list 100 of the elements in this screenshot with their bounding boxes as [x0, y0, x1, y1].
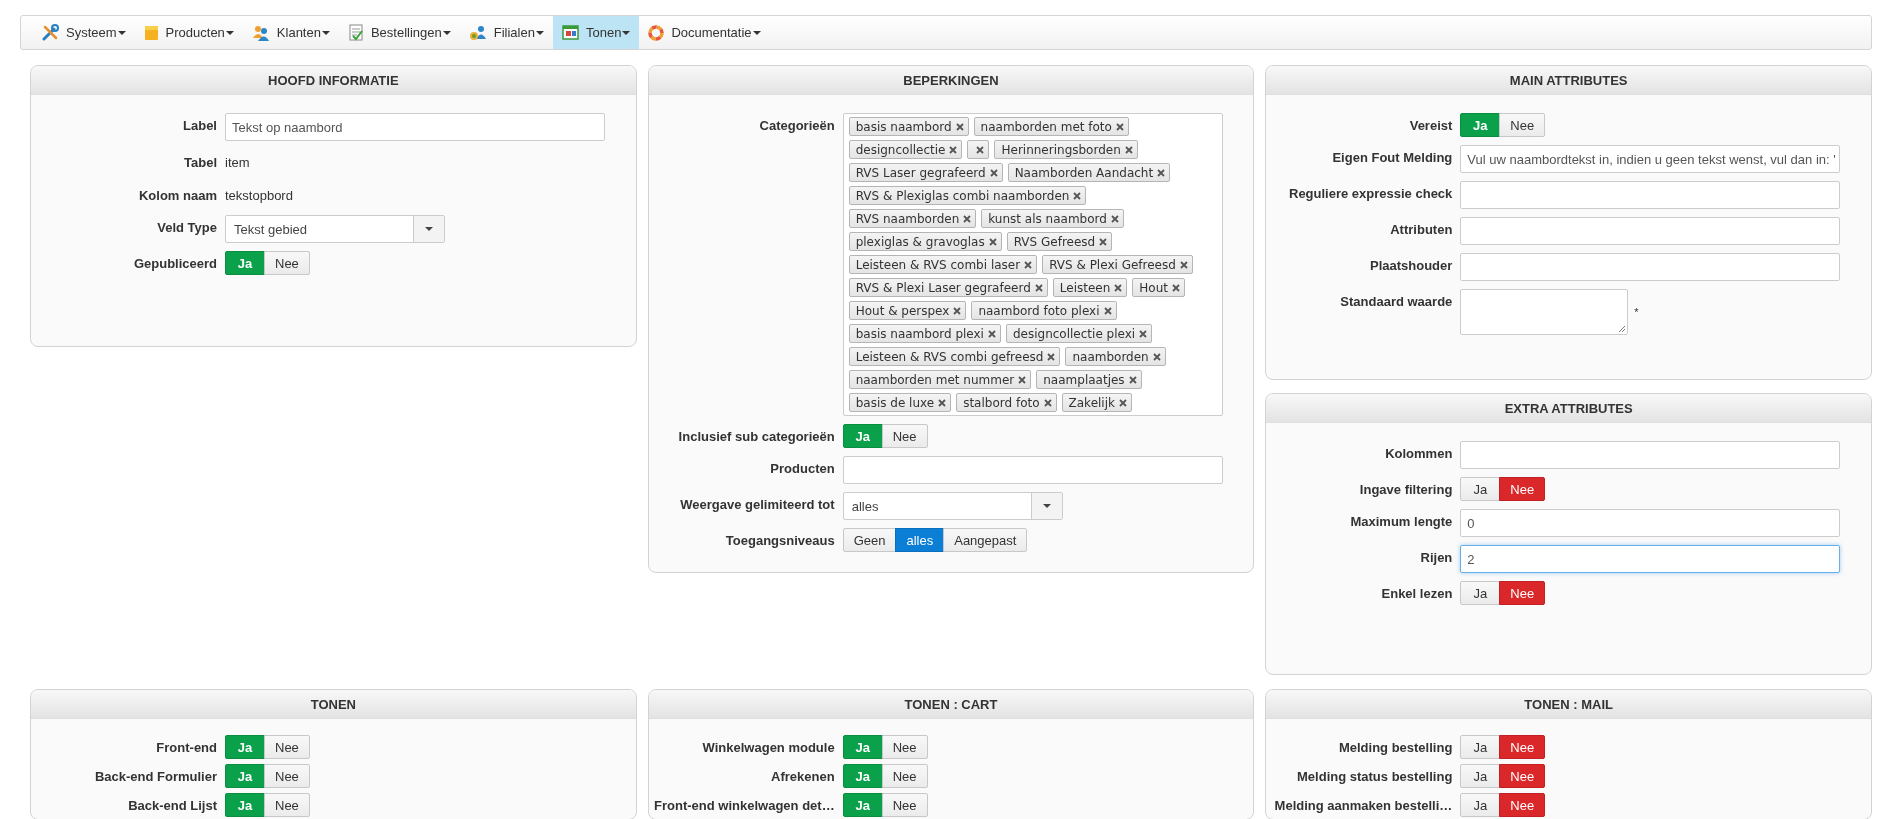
tag: Naamborden Aandacht	[1007, 163, 1171, 182]
remove-icon[interactable]	[949, 145, 958, 154]
dropdown[interactable]: Tekst gebied	[225, 215, 445, 243]
remove-icon[interactable]	[988, 237, 997, 246]
input-field[interactable]: 2	[1460, 545, 1841, 573]
toggle-button[interactable]: Nee	[1499, 764, 1546, 788]
remove-icon[interactable]	[955, 122, 964, 131]
remove-icon[interactable]	[1103, 306, 1112, 315]
input-field[interactable]: Tekst op naambord	[225, 113, 605, 141]
field-label: Back-end Lijst	[127, 797, 217, 813]
remove-icon[interactable]	[1024, 260, 1033, 269]
toggle-button[interactable]: Ja	[1460, 477, 1501, 501]
remove-icon[interactable]	[1115, 122, 1124, 131]
field-label: Melding status bestelling	[1296, 768, 1453, 784]
tools-icon	[42, 24, 59, 41]
lifebuoy-icon	[648, 24, 665, 41]
window-icon	[561, 25, 579, 40]
remove-icon[interactable]	[989, 168, 998, 177]
toggle-button[interactable]: Ja	[1460, 581, 1501, 605]
input-field[interactable]	[1460, 181, 1841, 209]
toggle-button[interactable]: Nee	[264, 793, 310, 817]
menu-item[interactable]: Filialen	[459, 16, 553, 49]
remove-icon[interactable]	[1034, 283, 1043, 292]
toggle-button[interactable]: Nee	[881, 793, 928, 817]
menu-item[interactable]: Klanten	[242, 16, 339, 49]
toggle-button[interactable]: Geen	[842, 528, 897, 552]
remove-icon[interactable]	[1114, 283, 1123, 292]
remove-icon[interactable]	[1172, 283, 1181, 292]
toggle-button[interactable]: Nee	[264, 251, 310, 275]
input-field[interactable]: 0	[1460, 509, 1841, 537]
input-field[interactable]	[1460, 253, 1841, 281]
toggle-button[interactable]: Nee	[1499, 113, 1546, 137]
field-label: Afrekenen	[770, 768, 835, 784]
caret-icon	[622, 30, 631, 35]
remove-icon[interactable]	[1157, 168, 1166, 177]
toggle-button[interactable]: Nee	[264, 764, 310, 788]
field-label: Weergave gelimiteerd tot	[679, 496, 835, 512]
toggle-button[interactable]: Nee	[881, 764, 928, 788]
input-field[interactable]	[1460, 217, 1841, 245]
tag-field[interactable]	[842, 113, 1223, 416]
field-value: item	[225, 155, 251, 170]
toggle-button[interactable]: Nee	[881, 424, 928, 448]
menu-item[interactable]: Tonen	[552, 16, 640, 49]
remove-icon[interactable]	[1018, 375, 1027, 384]
toggle-button[interactable]: alles	[895, 528, 945, 552]
remove-icon[interactable]	[1110, 214, 1119, 223]
caret-icon	[225, 30, 234, 35]
tag: RVS Laser gegrafeerd	[848, 163, 1003, 182]
toggle-button[interactable]: Nee	[1499, 477, 1546, 501]
tag: RVS naamborden	[848, 209, 977, 228]
dropdown[interactable]: alles	[842, 492, 1063, 520]
remove-icon[interactable]	[953, 306, 962, 315]
remove-icon[interactable]	[1179, 260, 1188, 269]
tag: Leisteen & RVS combi gefreesd	[848, 347, 1061, 366]
toggle-button[interactable]: Nee	[881, 735, 928, 759]
tag: basis de luxe	[848, 393, 952, 412]
toggle-button[interactable]: Nee	[264, 735, 310, 759]
remove-icon[interactable]	[1043, 398, 1052, 407]
field-label: Eigen Fout Melding	[1331, 149, 1453, 165]
toggle-button[interactable]: Nee	[1499, 793, 1546, 817]
field-label: Veld Type	[156, 219, 217, 235]
remove-icon[interactable]	[1047, 352, 1056, 361]
remove-icon[interactable]	[987, 329, 996, 338]
field-label: Enkel lezen	[1380, 585, 1453, 601]
toggle-button[interactable]: Ja	[1460, 793, 1501, 817]
tag: stalbord foto	[956, 393, 1057, 412]
field-label: Kolom naam	[138, 188, 217, 203]
tag: basis naambord	[848, 117, 969, 136]
tag: naamborden	[1065, 347, 1166, 366]
remove-icon[interactable]	[1152, 352, 1161, 361]
toggle-button[interactable]: Aangepast	[943, 528, 1028, 552]
field-label: Producten	[769, 460, 835, 476]
remove-icon[interactable]	[963, 214, 972, 223]
remove-icon[interactable]	[1099, 237, 1108, 246]
remove-icon[interactable]	[1124, 145, 1133, 154]
tag: plexiglas & gravoglas	[848, 232, 1002, 251]
resize-grip-icon[interactable]	[1618, 325, 1627, 333]
toggle-button[interactable]: Ja	[1460, 735, 1501, 759]
toggle-button[interactable]: Nee	[1499, 735, 1546, 759]
menu-item[interactable]: Bestellingen	[338, 16, 460, 49]
tag: designcollectie	[848, 140, 963, 159]
folder-icon	[143, 24, 159, 41]
remove-icon[interactable]	[1073, 191, 1082, 200]
field-label: Reguliere expressie check	[1288, 185, 1453, 201]
input-field[interactable]	[842, 456, 1223, 484]
field-label: Attributen	[1389, 221, 1453, 237]
input-field[interactable]: Vul uw naambordtekst in, indien u geen tekst wenst, vul dan in: '	[1460, 145, 1841, 173]
toggle-button[interactable]: Ja	[1460, 764, 1501, 788]
caret-icon	[425, 227, 433, 231]
field-label: Plaatshouder	[1368, 257, 1453, 273]
remove-icon[interactable]	[1118, 398, 1127, 407]
remove-icon[interactable]	[1139, 329, 1148, 338]
remove-icon[interactable]	[976, 145, 985, 154]
toggle-button[interactable]: Nee	[1499, 581, 1546, 605]
remove-icon[interactable]	[1128, 375, 1137, 384]
input-field[interactable]	[1460, 441, 1841, 469]
menu-item[interactable]: Documentatie	[639, 16, 770, 49]
menu-item[interactable]: Systeem	[33, 16, 135, 49]
remove-icon[interactable]	[938, 398, 947, 407]
menu-item[interactable]: Producten	[134, 16, 243, 49]
